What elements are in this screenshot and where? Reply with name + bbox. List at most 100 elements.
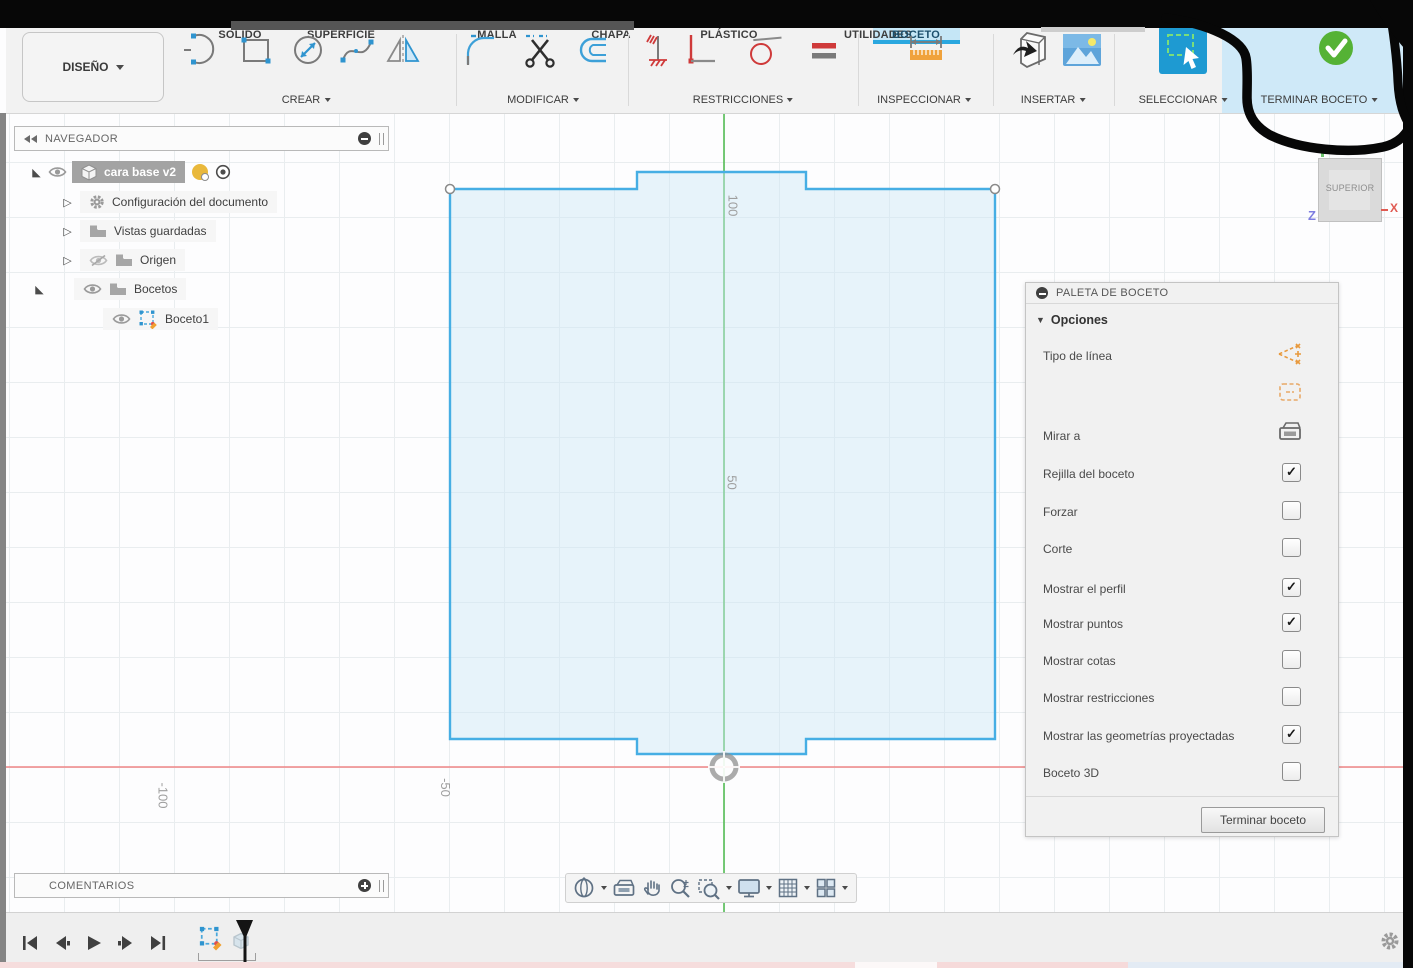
play-icon[interactable] — [84, 933, 104, 953]
collapse-panel-icon[interactable] — [24, 134, 37, 143]
trim-tool-icon[interactable] — [520, 30, 560, 70]
chevron-down-icon[interactable] — [601, 886, 607, 890]
display-settings-icon[interactable] — [737, 877, 761, 899]
eye-icon[interactable] — [83, 283, 102, 295]
offset-tool-icon[interactable] — [575, 31, 613, 69]
group-inspeccionar[interactable]: INSPECCIONAR — [877, 94, 971, 106]
panel-minus-icon[interactable] — [358, 132, 371, 145]
grid-settings-icon[interactable] — [777, 877, 799, 899]
skip-to-end-icon[interactable] — [148, 933, 168, 953]
chevron-down-icon[interactable] — [766, 886, 772, 890]
expand-arrow-icon[interactable]: ◣ — [33, 283, 46, 296]
panel-plus-icon[interactable] — [358, 879, 371, 892]
group-terminar-boceto[interactable]: TERMINAR BOCETO — [1261, 94, 1378, 106]
navigator-header[interactable]: NAVEGADOR — [14, 126, 389, 151]
checkbox-forzar[interactable] — [1282, 501, 1301, 520]
fixed-constraint-icon[interactable] — [641, 30, 675, 70]
expand-arrow-icon[interactable]: ▷ — [61, 196, 74, 209]
section-collapse-icon[interactable]: ▼ — [1036, 315, 1045, 325]
insert-derive-icon[interactable] — [1009, 29, 1049, 71]
panel-grip-handle[interactable] — [379, 879, 384, 892]
equal-constraint-icon[interactable] — [808, 34, 840, 66]
checkbox-corte[interactable] — [1282, 538, 1301, 557]
finish-sketch-check-icon[interactable] — [1317, 29, 1355, 67]
top-black-bar — [0, 0, 1413, 28]
checkbox-rejilla[interactable]: ✓ — [1282, 463, 1301, 482]
taskbar-sliver — [937, 962, 1128, 968]
insert-image-icon[interactable] — [1061, 31, 1103, 69]
group-crear[interactable]: CREAR — [282, 94, 331, 106]
tree-row-root[interactable]: ◣ cara base v2 — [30, 161, 231, 183]
linetype-construction-icon[interactable] — [1276, 341, 1302, 367]
tree-label: Vistas guardadas — [114, 224, 207, 238]
finish-sketch-button[interactable]: Terminar boceto — [1201, 807, 1325, 833]
pan-hand-icon[interactable] — [641, 877, 664, 900]
tree-row-saved-views[interactable]: ▷ Vistas guardadas — [61, 220, 216, 242]
checkbox-mostrar-restricciones[interactable] — [1282, 687, 1301, 706]
tree-row-doc-settings[interactable]: ▷ Configuración del documento — [61, 191, 278, 213]
sketch-vertex[interactable] — [989, 183, 1001, 195]
fillet-tool-icon[interactable] — [461, 31, 499, 69]
checkbox-geometrias-proyectadas[interactable]: ✓ — [1282, 725, 1301, 744]
expand-arrow-icon[interactable]: ▷ — [61, 225, 74, 238]
viewcube-face-label[interactable]: SUPERIOR — [1319, 183, 1381, 193]
milestone-badge-icon[interactable] — [192, 164, 210, 181]
look-at-icon[interactable] — [612, 877, 636, 899]
zoom-icon[interactable] — [669, 877, 692, 900]
zoom-window-icon[interactable] — [697, 877, 721, 900]
timeline-gear-icon[interactable] — [1380, 931, 1400, 951]
circle-tool-icon[interactable] — [289, 31, 327, 69]
rectangle-tool-icon[interactable] — [237, 31, 275, 69]
orbit-icon[interactable] — [572, 876, 596, 900]
tree-row-sketches[interactable]: ◣ Bocetos — [33, 278, 187, 300]
eye-icon[interactable] — [112, 313, 131, 325]
group-insertar[interactable]: INSERTAR — [1021, 94, 1086, 106]
comments-header[interactable]: COMENTARIOS — [14, 873, 389, 898]
step-forward-icon[interactable] — [116, 933, 136, 953]
palette-section-opciones[interactable]: ▼ Opciones — [1036, 313, 1108, 327]
checkbox-mostrar-cotas[interactable] — [1282, 650, 1301, 669]
folder-icon — [116, 254, 132, 266]
eye-hidden-icon[interactable] — [89, 254, 108, 267]
mirror-tool-icon[interactable] — [384, 31, 422, 69]
group-restricciones[interactable]: RESTRICCIONES — [693, 94, 794, 106]
panel-grip-handle[interactable] — [379, 132, 384, 145]
sketch-vertex[interactable] — [444, 183, 456, 195]
eye-icon[interactable] — [48, 166, 67, 178]
sketch-profile[interactable] — [448, 170, 997, 756]
grid-label-m50: -50 — [437, 778, 453, 797]
timeline-scrubber[interactable] — [234, 919, 256, 965]
timeline-sketch-feature-icon[interactable] — [198, 925, 224, 951]
checkbox-mostrar-perfil[interactable]: ✓ — [1282, 578, 1301, 597]
viewcube[interactable]: SUPERIOR — [1318, 158, 1382, 222]
chevron-down-icon[interactable] — [726, 886, 732, 890]
chevron-down-icon[interactable] — [804, 886, 810, 890]
linetype-projected-icon[interactable] — [1278, 381, 1302, 403]
tangent-constraint-icon[interactable] — [746, 30, 786, 70]
group-seleccionar[interactable]: SELECCIONAR — [1139, 94, 1228, 106]
perpendicular-constraint-icon[interactable] — [682, 30, 718, 70]
checkbox-mostrar-puntos[interactable]: ✓ — [1282, 613, 1301, 632]
top-bar-gray-segment — [231, 21, 634, 30]
viewports-icon[interactable] — [815, 877, 837, 899]
expand-arrow-icon[interactable]: ◣ — [30, 166, 43, 179]
activate-radio-icon[interactable] — [215, 164, 231, 180]
taskbar-sliver — [855, 962, 937, 968]
arc-tool-icon[interactable] — [181, 31, 219, 69]
skip-to-start-icon[interactable] — [20, 933, 40, 953]
select-tool-icon[interactable] — [1159, 26, 1207, 74]
palette-header[interactable]: PALETA DE BOCETO — [1026, 283, 1338, 304]
look-at-icon[interactable] — [1278, 419, 1302, 443]
measure-tool-icon[interactable] — [905, 32, 947, 68]
chevron-down-icon[interactable] — [842, 886, 848, 890]
step-back-icon[interactable] — [52, 933, 72, 953]
palette-label: Mostrar el perfil — [1043, 582, 1126, 596]
spline-tool-icon[interactable] — [338, 31, 376, 69]
expand-arrow-icon[interactable]: ▷ — [61, 254, 74, 267]
tree-row-boceto1[interactable]: Boceto1 — [103, 308, 219, 330]
checkbox-boceto-3d[interactable] — [1282, 762, 1301, 781]
group-modificar[interactable]: MODIFICAR — [507, 94, 579, 106]
design-menu-button[interactable]: DISEÑO — [22, 32, 164, 102]
panel-minus-icon[interactable] — [1036, 287, 1048, 299]
tree-row-origin[interactable]: ▷ Origen — [61, 249, 186, 271]
